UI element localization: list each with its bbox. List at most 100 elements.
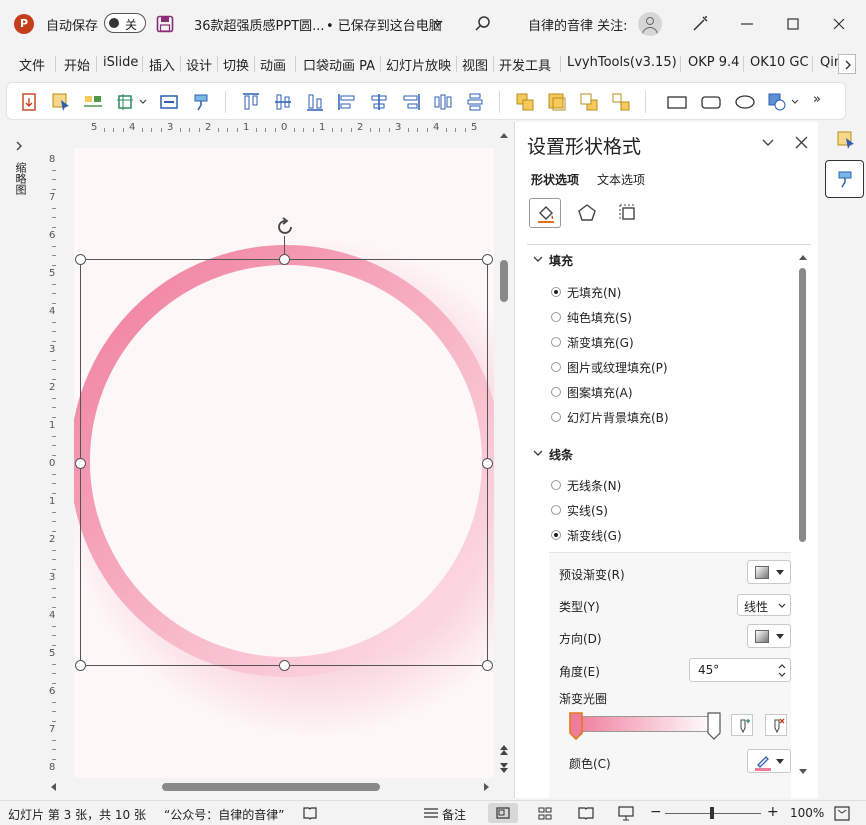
close-icon[interactable] [832, 17, 846, 31]
thumbnails-label[interactable]: 缩略图 [12, 162, 27, 195]
rectangle-shape-icon[interactable] [667, 92, 687, 112]
close-pane-icon[interactable] [795, 136, 808, 149]
shape-fill-icon[interactable] [767, 92, 787, 112]
tab-text-options[interactable]: 文本选项 [597, 171, 645, 188]
maximize-icon[interactable] [786, 17, 800, 31]
pane-scroll-thumb[interactable] [799, 268, 806, 542]
zoom-level[interactable]: 100% [790, 806, 824, 820]
tab-file[interactable]: 文件 [19, 55, 45, 74]
group-objects-icon[interactable] [611, 92, 631, 112]
label-no-line[interactable]: 无线条(N) [567, 477, 621, 494]
accessibility-icon[interactable] [302, 806, 318, 820]
view-normal-button[interactable] [488, 803, 518, 823]
select-shape-icon[interactable] [51, 92, 71, 112]
tab-pocket-animation[interactable]: 口袋动画 PA [303, 55, 375, 74]
chevron-right-icon[interactable] [14, 140, 24, 152]
fill-section-header[interactable]: 填充 [549, 252, 573, 269]
scroll-thumb[interactable] [162, 783, 380, 791]
gradient-angle-spinner[interactable]: 45° [689, 658, 791, 682]
scroll-thumb[interactable] [500, 260, 508, 302]
horizontal-scrollbar[interactable] [46, 780, 496, 794]
zoom-in-button[interactable]: + [767, 804, 779, 820]
align-center-icon[interactable] [369, 92, 389, 112]
label-gradient-fill[interactable]: 渐变填充(G) [567, 334, 634, 351]
label-slide-background-fill[interactable]: 幻灯片背景填充(B) [567, 409, 669, 426]
radio-no-line[interactable] [551, 480, 561, 490]
gradient-stop-handle-left[interactable] [569, 712, 583, 740]
designer-icon[interactable] [690, 14, 710, 34]
resize-handle-e[interactable] [482, 458, 493, 469]
fit-to-window-icon[interactable] [834, 806, 850, 821]
slideshow-icon[interactable] [618, 805, 634, 821]
resize-handle-ne[interactable] [482, 254, 493, 265]
save-icon[interactable] [156, 15, 174, 33]
size-properties-icon[interactable] [618, 203, 638, 223]
gradient-color-dropdown[interactable] [747, 749, 791, 773]
document-title[interactable]: 36款超强质感PPT圆... [194, 15, 325, 34]
tab-home[interactable]: 开始 [64, 55, 90, 74]
rounded-rectangle-shape-icon[interactable] [701, 92, 721, 112]
label-solid-fill[interactable]: 纯色填充(S) [567, 309, 632, 326]
bring-forward-icon[interactable] [515, 92, 535, 112]
label-pattern-fill[interactable]: 图案填充(A) [567, 384, 633, 401]
chevron-down-icon[interactable] [139, 99, 147, 105]
zoom-slider-thumb[interactable] [710, 807, 714, 819]
notes-button[interactable]: 备注 [442, 806, 466, 823]
save-status[interactable]: • 已保存到这台电脑 [326, 15, 442, 34]
fill-line-tab[interactable] [529, 198, 561, 228]
resize-handle-se[interactable] [482, 660, 493, 671]
resize-handle-sw[interactable] [75, 660, 86, 671]
scroll-up-icon[interactable] [500, 132, 508, 138]
autosave-toggle[interactable]: 关 [104, 13, 146, 33]
label-no-fill[interactable]: 无填充(N) [567, 284, 621, 301]
gradient-direction-dropdown[interactable] [747, 624, 791, 648]
gradient-angle-value[interactable]: 45° [698, 663, 719, 677]
tab-slideshow[interactable]: 幻灯片放映 [386, 55, 451, 74]
distribute-horizontal-icon[interactable] [433, 92, 453, 112]
selection-box[interactable] [80, 259, 488, 666]
resize-handle-nw[interactable] [75, 254, 86, 265]
radio-solid-line[interactable] [551, 505, 561, 515]
slide-canvas[interactable] [74, 148, 494, 778]
resize-handle-w[interactable] [75, 458, 86, 469]
radio-slide-background-fill[interactable] [551, 412, 561, 422]
tab-transitions[interactable]: 切换 [223, 55, 249, 74]
gradient-type-dropdown[interactable]: 线性 [737, 594, 791, 616]
pane-scroll-up-icon[interactable] [799, 254, 807, 260]
search-icon[interactable] [474, 15, 492, 33]
notes-icon[interactable] [423, 807, 439, 819]
tab-design[interactable]: 设计 [186, 55, 212, 74]
tab-ok10[interactable]: OK10 GC [750, 55, 809, 70]
zoom-out-button[interactable]: − [650, 804, 662, 820]
radio-pattern-fill[interactable] [551, 387, 561, 397]
add-gradient-stop-button[interactable] [731, 714, 753, 736]
align-left-icon[interactable] [337, 92, 357, 112]
insert-slide-icon[interactable] [19, 92, 39, 112]
vertical-scrollbar[interactable] [497, 130, 511, 785]
ellipse-shape-icon[interactable] [735, 92, 755, 112]
radio-solid-fill[interactable] [551, 312, 561, 322]
chevron-down-icon[interactable] [432, 18, 444, 28]
chevron-down-icon[interactable] [791, 99, 799, 105]
align-middle-icon[interactable] [273, 92, 293, 112]
tab-okp[interactable]: OKP 9.4 [688, 55, 739, 70]
gradient-stop-handle-right[interactable] [707, 712, 721, 740]
align-bottom-icon[interactable] [305, 92, 325, 112]
effects-pentagon-icon[interactable] [577, 203, 597, 223]
scroll-right-icon[interactable] [484, 783, 490, 791]
radio-gradient-fill[interactable] [551, 337, 561, 347]
slide-counter[interactable]: 幻灯片 第 3 张，共 10 张 [8, 806, 146, 823]
selection-pane-icon[interactable] [836, 130, 856, 150]
preset-gradient-dropdown[interactable] [747, 560, 791, 584]
tab-view[interactable]: 视图 [462, 55, 488, 74]
tab-islide[interactable]: iSlide [103, 55, 138, 70]
radio-no-fill[interactable] [551, 287, 561, 297]
collapse-line-chevron-icon[interactable] [533, 449, 543, 457]
resize-handle-s[interactable] [279, 660, 290, 671]
pane-scroll-down-icon[interactable] [799, 769, 807, 775]
align-group-icon[interactable] [83, 92, 103, 112]
avatar[interactable] [638, 12, 662, 36]
spin-up-icon[interactable] [778, 663, 786, 669]
tab-developer[interactable]: 开发工具 [499, 55, 551, 74]
textbox-icon[interactable] [159, 92, 179, 112]
